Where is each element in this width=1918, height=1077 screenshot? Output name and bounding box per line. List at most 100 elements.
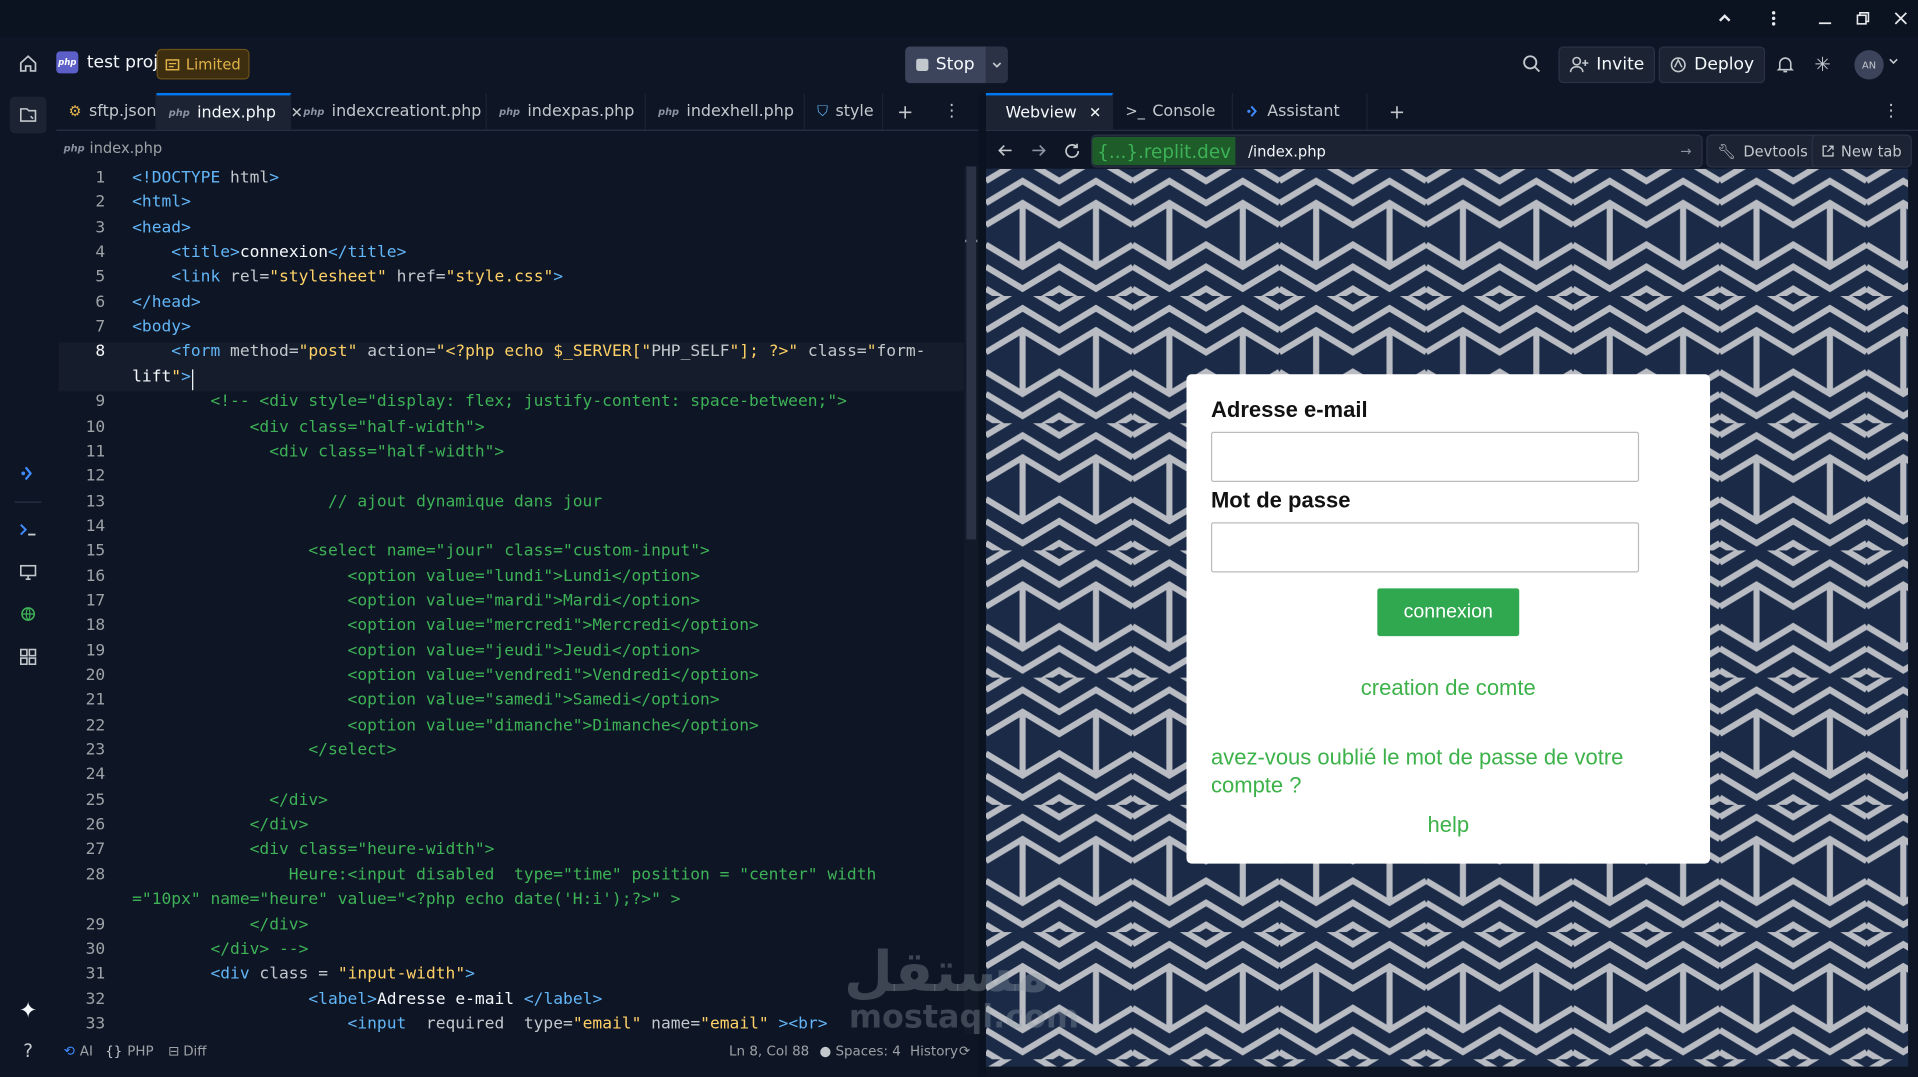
tab-index-php[interactable]: php index.php ✕ [156,92,303,130]
code-line[interactable]: </head> [132,293,201,311]
create-account-link[interactable]: creation de comte [1187,675,1711,701]
tab-sftp-json[interactable]: ⚙ sftp.json [56,92,157,130]
minimize-icon[interactable] [1808,1,1842,35]
tab-console[interactable]: >_ Console [1113,92,1233,130]
webview-monitor-icon[interactable] [10,554,47,591]
git-icon[interactable] [10,455,47,492]
code-line[interactable]: </div> [132,791,328,809]
home-icon[interactable] [11,46,45,80]
breadcrumb-file[interactable]: index.php [89,139,162,156]
go-arrow-icon[interactable]: → [1680,143,1691,159]
code-line[interactable]: <input required type="email" name="email… [132,1015,828,1033]
code-line[interactable]: <div class = "input-width"> [132,965,474,983]
status-language[interactable]: PHP [127,1043,153,1059]
code-line[interactable]: <html> [132,194,191,212]
code-line[interactable]: lift"> [132,368,191,386]
terminal-icon: >_ [1125,102,1145,120]
editor-scrollbar[interactable] [963,166,979,1035]
code-line[interactable]: <!-- <div style="display: flex; justify-… [132,393,847,411]
code-line[interactable]: <option value="mardi">Mardi</option> [132,592,701,610]
code-line[interactable]: <div class="heure-width"> [132,841,495,859]
deploy-button[interactable]: Deploy [1658,46,1766,84]
forward-arrow-icon[interactable] [1021,133,1055,167]
add-tab-icon[interactable]: + [1380,94,1414,128]
pane-resize-handle[interactable] [978,92,986,1077]
webview-url-bar: {...}.replit.dev /index.php → 🔧︎ Devtool… [986,132,1918,169]
invite-button[interactable]: Invite [1558,46,1656,84]
chevron-up-icon[interactable] [1708,1,1742,35]
more-vertical-icon[interactable] [1757,1,1791,35]
sparkle-ai-icon[interactable]: ✦ [10,992,47,1029]
code-line[interactable]: </div> --> [132,940,308,958]
code-line[interactable]: </div> [132,916,309,934]
tab-indexcreationt-php[interactable]: php indexcreationt.php [291,92,487,130]
tab-webview[interactable]: Webview ✕ [985,92,1114,130]
code-line[interactable]: <label>Adresse e-mail </label> [132,990,602,1008]
globe-icon[interactable] [10,597,47,634]
add-tab-icon[interactable]: + [888,94,922,128]
status-history[interactable]: History [910,1043,958,1059]
project-name[interactable]: test proj [87,53,158,73]
grid-icon[interactable] [10,639,47,676]
code-line[interactable]: <option value="vendredi">Vendredi</optio… [132,667,759,685]
tab-indexhell-php[interactable]: php indexhell.php [646,92,805,130]
code-line[interactable]: <div class="half-width"> [132,443,504,461]
code-line[interactable]: <div class="half-width"> [132,418,485,436]
email-field[interactable] [1210,431,1640,482]
url-field[interactable]: {...}.replit.dev /index.php → [1091,134,1703,168]
code-line[interactable]: <form method="post" action="<?php echo $… [132,343,925,361]
close-tab-icon[interactable]: ✕ [1089,104,1101,121]
code-line[interactable]: <option value="dimanche">Dimanche</optio… [132,716,759,734]
status-diff[interactable]: Diff [183,1043,206,1059]
code-line[interactable]: <body> [132,318,191,336]
code-line[interactable]: // ajout dynamique dans jour [132,492,602,510]
forgot-password-link[interactable]: avez-vous oublié le mot de passe de votr… [1211,744,1688,800]
code-line[interactable]: </div> [132,816,309,834]
close-window-icon[interactable] [1884,1,1918,35]
search-icon[interactable] [1514,46,1548,80]
run-options-dropdown[interactable] [985,46,1008,84]
external-link-icon [1822,145,1834,157]
tab-indexpas-php[interactable]: php indexpas.php [487,92,646,130]
avatar-chevron-icon[interactable] [1887,54,1899,72]
new-tab-button[interactable]: New tab [1811,134,1912,168]
limited-label: Limited [185,55,241,73]
code-line[interactable]: <title>connexion</title> [132,243,406,261]
files-icon[interactable] [9,96,47,134]
code-line[interactable]: <option value="samedi">Samedi</option> [132,692,720,710]
code-line[interactable]: <option value="mercredi">Mercredi</optio… [132,617,759,635]
status-cursor-position[interactable]: Ln 8, Col 88 [729,1043,809,1059]
restore-icon[interactable] [1846,1,1880,35]
shell-icon[interactable] [10,511,47,548]
code-line[interactable]: <!DOCTYPE html> [132,169,279,187]
limited-badge[interactable]: Limited [156,48,250,80]
reload-icon[interactable] [1054,133,1088,167]
code-line[interactable]: </select> [132,741,396,759]
line-number: 29 [85,915,106,934]
code-editor[interactable]: 1 <!DOCTYPE html> 2 <html> 3 <head> 4 <title>c… [56,166,964,1034]
spark-icon[interactable]: ✳ [1805,46,1839,80]
avatar[interactable]: AN [1854,50,1884,80]
code-line[interactable]: ="10px" name="heure" value="<?php echo d… [132,891,680,909]
code-line[interactable]: Heure:<input disabled type="time" positi… [132,866,877,884]
password-field[interactable] [1210,522,1640,573]
scrollbar-thumb[interactable] [966,166,977,540]
help-icon[interactable]: ? [10,1032,47,1069]
stop-button[interactable]: Stop [905,46,986,84]
back-arrow-icon[interactable] [988,133,1022,167]
bell-icon[interactable] [1768,46,1802,80]
code-line[interactable]: <option value="lundi">Lundi</option> [132,567,701,585]
devtools-button[interactable]: 🔧︎ Devtools [1706,134,1819,168]
status-spaces[interactable]: Spaces: 4 [835,1043,900,1059]
editor-menu-icon[interactable]: ⋮ [935,94,969,128]
code-line[interactable]: <head> [132,219,191,237]
status-ai[interactable]: AI [80,1043,93,1059]
code-line[interactable]: <select name="jour" class="custom-input"… [132,542,709,560]
connexion-button[interactable]: connexion [1377,588,1520,637]
code-line[interactable]: <option value="jeudi">Jeudi</option> [132,642,701,660]
preview-menu-icon[interactable]: ⋮ [1874,94,1908,128]
tab-assistant[interactable]: Assistant [1233,92,1368,130]
code-line[interactable]: <link rel="stylesheet" href="style.css"> [132,268,563,286]
help-link[interactable]: help [1187,812,1711,838]
tab-style-css[interactable]: ⛉ style [805,92,884,130]
